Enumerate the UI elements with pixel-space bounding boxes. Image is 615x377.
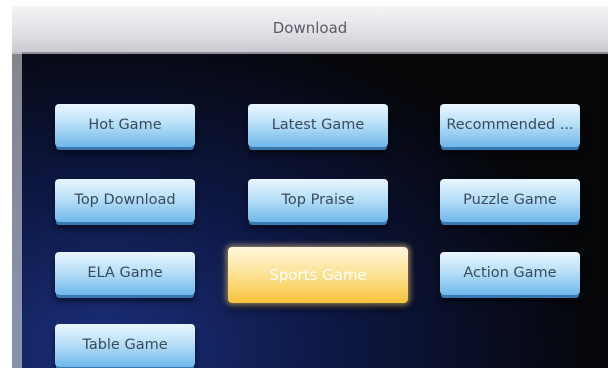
screen-edge — [12, 52, 22, 368]
menu-button-top-praise[interactable]: Top Praise — [248, 179, 388, 222]
tv-screen: Download Hot Game Latest Game Recommende… — [12, 6, 608, 368]
title-bar: Download — [12, 6, 608, 54]
menu-button-ela-game[interactable]: ELA Game — [55, 252, 195, 295]
page-title: Download — [272, 19, 348, 37]
menu-button-hot-game[interactable]: Hot Game — [55, 104, 195, 147]
menu-button-recommended[interactable]: Recommended ... — [440, 104, 580, 147]
menu-button-sports-game[interactable]: Sports Game — [228, 247, 408, 303]
menu-button-puzzle-game[interactable]: Puzzle Game — [440, 179, 580, 222]
menu-button-action-game[interactable]: Action Game — [440, 252, 580, 295]
menu-button-table-game[interactable]: Table Game — [55, 324, 195, 367]
menu-button-top-download[interactable]: Top Download — [55, 179, 195, 222]
menu-button-latest-game[interactable]: Latest Game — [248, 104, 388, 147]
